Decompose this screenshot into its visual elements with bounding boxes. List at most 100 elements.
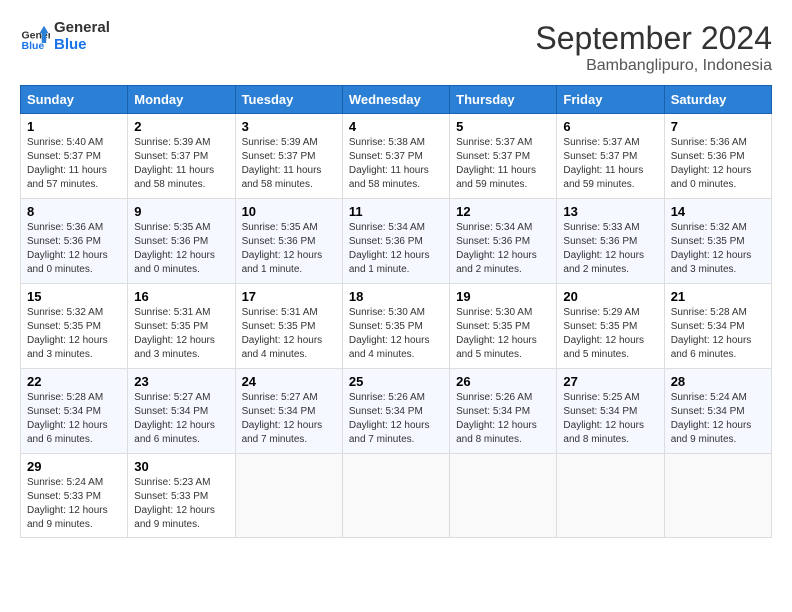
day-number: 9 — [134, 204, 228, 219]
calendar-cell: 26 Sunrise: 5:26 AMSunset: 5:34 PMDayligh… — [450, 369, 557, 454]
title-area: September 2024 Bambanglipuro, Indonesia — [535, 20, 772, 75]
calendar-cell — [557, 454, 664, 538]
calendar-cell: 22Sunrise: 5:28 AMSunset: 5:34 PMDayligh… — [21, 369, 128, 454]
day-info: Sunrise: 5:29 AMSunset: 5:35 PMDaylight:… — [563, 306, 657, 362]
day-info: Sunrise: 5:25 AMSunset: 5:34 PMDaylight:… — [563, 391, 657, 447]
calendar-cell: 18 Sunrise: 5:30 AMSunset: 5:35 PMDayligh… — [342, 284, 449, 369]
calendar-cell: 28 Sunrise: 5:24 AMSunset: 5:34 PMDayligh… — [664, 369, 771, 454]
calendar-cell: 15 Sunrise: 5:32 AMSunset: 5:35 PMDayligh… — [21, 284, 128, 369]
calendar-cell — [664, 454, 771, 538]
day-number: 21 — [671, 289, 765, 304]
day-number: 8 — [27, 204, 121, 219]
day-number: 25 — [349, 374, 443, 389]
logo: General Blue General Blue — [20, 20, 110, 53]
calendar-cell: 3 Sunrise: 5:39 AMSunset: 5:37 PMDaylight… — [235, 114, 342, 199]
day-number: 16 — [134, 289, 228, 304]
day-number: 29 — [27, 459, 121, 474]
logo-icon: General Blue — [20, 22, 50, 52]
day-info: Sunrise: 5:37 AMSunset: 5:37 PMDaylight:… — [456, 136, 550, 192]
svg-text:Blue: Blue — [22, 40, 45, 52]
day-number: 10 — [242, 204, 336, 219]
day-number: 20 — [563, 289, 657, 304]
calendar-cell: 17Sunrise: 5:31 AMSunset: 5:35 PMDayligh… — [235, 284, 342, 369]
day-info: Sunrise: 5:28 AMSunset: 5:34 PMDaylight:… — [671, 306, 765, 362]
day-info: Sunrise: 5:32 AMSunset: 5:35 PMDaylight:… — [27, 306, 121, 362]
day-info: Sunrise: 5:23 AMSunset: 5:33 PMDaylight:… — [134, 476, 228, 532]
day-number: 24 — [242, 374, 336, 389]
day-number: 26 — [456, 374, 550, 389]
day-number: 13 — [563, 204, 657, 219]
calendar-cell: 11 Sunrise: 5:34 AMSunset: 5:36 PMDayligh… — [342, 199, 449, 284]
calendar-cell: 30 Sunrise: 5:23 AMSunset: 5:33 PMDayligh… — [128, 454, 235, 538]
calendar-cell: 21 Sunrise: 5:28 AMSunset: 5:34 PMDayligh… — [664, 284, 771, 369]
day-info: Sunrise: 5:39 AMSunset: 5:37 PMDaylight:… — [242, 136, 336, 192]
day-info: Sunrise: 5:34 AMSunset: 5:36 PMDaylight:… — [349, 221, 443, 277]
weekday-header-friday: Friday — [557, 86, 664, 114]
day-number: 3 — [242, 119, 336, 134]
day-info: Sunrise: 5:26 AMSunset: 5:34 PMDaylight:… — [456, 391, 550, 447]
day-number: 18 — [349, 289, 443, 304]
day-number: 17 — [242, 289, 336, 304]
weekday-header-wednesday: Wednesday — [342, 86, 449, 114]
calendar-cell: 13Sunrise: 5:33 AMSunset: 5:36 PMDayligh… — [557, 199, 664, 284]
calendar-cell: 1 Sunrise: 5:40 AMSunset: 5:37 PMDaylight… — [21, 114, 128, 199]
day-info: Sunrise: 5:27 AMSunset: 5:34 PMDaylight:… — [242, 391, 336, 447]
day-number: 14 — [671, 204, 765, 219]
calendar-cell: 5 Sunrise: 5:37 AMSunset: 5:37 PMDaylight… — [450, 114, 557, 199]
calendar-cell: 8 Sunrise: 5:36 AMSunset: 5:36 PMDaylight… — [21, 199, 128, 284]
calendar-cell — [235, 454, 342, 538]
day-number: 27 — [563, 374, 657, 389]
calendar-cell: 29 Sunrise: 5:24 AMSunset: 5:33 PMDayligh… — [21, 454, 128, 538]
calendar-table: SundayMondayTuesdayWednesdayThursdayFrid… — [20, 85, 772, 538]
day-info: Sunrise: 5:38 AMSunset: 5:37 PMDaylight:… — [349, 136, 443, 192]
day-number: 1 — [27, 119, 121, 134]
day-info: Sunrise: 5:24 AMSunset: 5:34 PMDaylight:… — [671, 391, 765, 447]
calendar-cell: 2Sunrise: 5:39 AMSunset: 5:37 PMDaylight… — [128, 114, 235, 199]
location: Bambanglipuro, Indonesia — [535, 57, 772, 75]
calendar-cell: 14Sunrise: 5:32 AMSunset: 5:35 PMDayligh… — [664, 199, 771, 284]
day-number: 2 — [134, 119, 228, 134]
day-number: 30 — [134, 459, 228, 474]
day-number: 15 — [27, 289, 121, 304]
day-info: Sunrise: 5:35 AMSunset: 5:36 PMDaylight:… — [134, 221, 228, 277]
week-row-1: 1 Sunrise: 5:40 AMSunset: 5:37 PMDaylight… — [21, 114, 772, 199]
day-info: Sunrise: 5:36 AMSunset: 5:36 PMDaylight:… — [27, 221, 121, 277]
day-number: 12 — [456, 204, 550, 219]
day-number: 19 — [456, 289, 550, 304]
weekday-header-tuesday: Tuesday — [235, 86, 342, 114]
calendar-cell: 7 Sunrise: 5:36 AMSunset: 5:36 PMDaylight… — [664, 114, 771, 199]
weekday-header-row: SundayMondayTuesdayWednesdayThursdayFrid… — [21, 86, 772, 114]
day-info: Sunrise: 5:30 AMSunset: 5:35 PMDaylight:… — [456, 306, 550, 362]
calendar-cell: 20 Sunrise: 5:29 AMSunset: 5:35 PMDayligh… — [557, 284, 664, 369]
day-number: 11 — [349, 204, 443, 219]
week-row-3: 15 Sunrise: 5:32 AMSunset: 5:35 PMDayligh… — [21, 284, 772, 369]
calendar-cell — [342, 454, 449, 538]
calendar-cell: 19 Sunrise: 5:30 AMSunset: 5:35 PMDayligh… — [450, 284, 557, 369]
day-info: Sunrise: 5:24 AMSunset: 5:33 PMDaylight:… — [27, 476, 121, 532]
day-number: 22 — [27, 374, 121, 389]
day-number: 7 — [671, 119, 765, 134]
calendar-cell: 27 Sunrise: 5:25 AMSunset: 5:34 PMDayligh… — [557, 369, 664, 454]
calendar-cell: 24 Sunrise: 5:27 AMSunset: 5:34 PMDayligh… — [235, 369, 342, 454]
weekday-header-sunday: Sunday — [21, 86, 128, 114]
calendar-cell — [450, 454, 557, 538]
day-info: Sunrise: 5:30 AMSunset: 5:35 PMDaylight:… — [349, 306, 443, 362]
week-row-4: 22Sunrise: 5:28 AMSunset: 5:34 PMDayligh… — [21, 369, 772, 454]
logo-text-general: General — [54, 20, 110, 37]
header: General Blue General Blue September 2024… — [20, 20, 772, 75]
week-row-2: 8 Sunrise: 5:36 AMSunset: 5:36 PMDaylight… — [21, 199, 772, 284]
day-info: Sunrise: 5:36 AMSunset: 5:36 PMDaylight:… — [671, 136, 765, 192]
weekday-header-saturday: Saturday — [664, 86, 771, 114]
day-info: Sunrise: 5:26 AMSunset: 5:34 PMDaylight:… — [349, 391, 443, 447]
calendar-cell: 12Sunrise: 5:34 AMSunset: 5:36 PMDayligh… — [450, 199, 557, 284]
day-number: 28 — [671, 374, 765, 389]
day-number: 23 — [134, 374, 228, 389]
week-row-5: 29 Sunrise: 5:24 AMSunset: 5:33 PMDayligh… — [21, 454, 772, 538]
day-info: Sunrise: 5:37 AMSunset: 5:37 PMDaylight:… — [563, 136, 657, 192]
day-number: 6 — [563, 119, 657, 134]
calendar-cell: 16Sunrise: 5:31 AMSunset: 5:35 PMDayligh… — [128, 284, 235, 369]
calendar-cell: 9 Sunrise: 5:35 AMSunset: 5:36 PMDaylight… — [128, 199, 235, 284]
day-number: 5 — [456, 119, 550, 134]
day-info: Sunrise: 5:40 AMSunset: 5:37 PMDaylight:… — [27, 136, 121, 192]
calendar-cell: 6 Sunrise: 5:37 AMSunset: 5:37 PMDaylight… — [557, 114, 664, 199]
